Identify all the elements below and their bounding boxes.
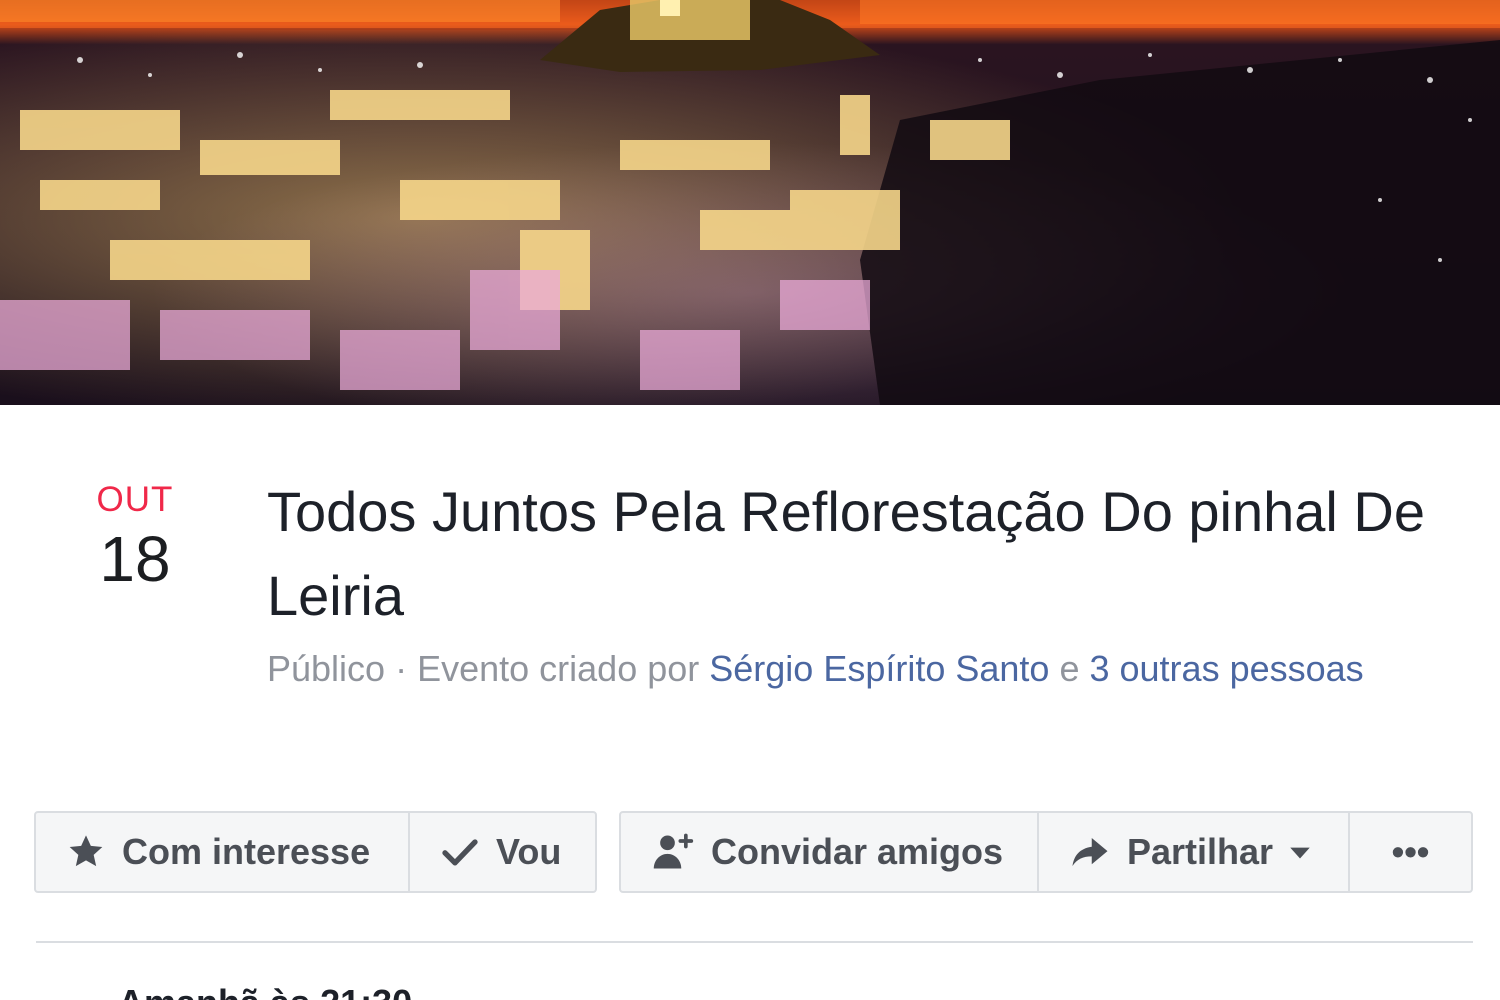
section-divider <box>36 941 1473 943</box>
event-privacy: Público <box>267 648 386 689</box>
going-button[interactable]: Vou <box>410 813 595 891</box>
event-time: Amanhã às 21:30 <box>118 982 412 1000</box>
going-button-label: Vou <box>496 831 562 872</box>
star-icon <box>69 835 103 867</box>
event-date: OUT 18 <box>90 480 180 594</box>
event-date-day: 18 <box>99 523 171 595</box>
share-button-label: Partilhar <box>1127 831 1274 872</box>
event-meta: Público · Evento criado por Sérgio Espír… <box>267 642 1467 696</box>
interested-button[interactable]: Com interesse <box>36 813 410 891</box>
created-by-label: Evento criado por <box>417 648 710 689</box>
more-options-button[interactable]: ••• <box>1350 813 1471 891</box>
share-button[interactable]: Partilhar <box>1039 813 1350 891</box>
invite-friends-label: Convidar amigos <box>711 831 1004 872</box>
meta-separator: · <box>385 648 418 689</box>
share-arrow-icon <box>1072 838 1108 866</box>
rsvp-button-group: Com interesse Vou <box>34 811 597 893</box>
interested-button-label: Com interesse <box>122 831 371 872</box>
caret-down-icon <box>1290 847 1310 859</box>
invite-friends-button[interactable]: Convidar amigos <box>621 813 1039 891</box>
add-friend-icon <box>653 833 694 869</box>
more-icon: ••• <box>1391 831 1430 872</box>
conjunction: e <box>1049 648 1090 689</box>
creator-link[interactable]: Sérgio Espírito Santo <box>709 648 1049 689</box>
event-title: Todos Juntos Pela Reflorestação Do pinha… <box>267 480 1426 627</box>
event-actions-group: Convidar amigos Partilhar ••• <box>619 811 1473 893</box>
check-icon <box>442 839 478 866</box>
cover-photo-image <box>0 0 1500 405</box>
other-hosts-link[interactable]: 3 outras pessoas <box>1089 648 1363 689</box>
event-cover-photo[interactable] <box>0 0 1500 405</box>
event-date-month: OUT <box>96 480 174 519</box>
